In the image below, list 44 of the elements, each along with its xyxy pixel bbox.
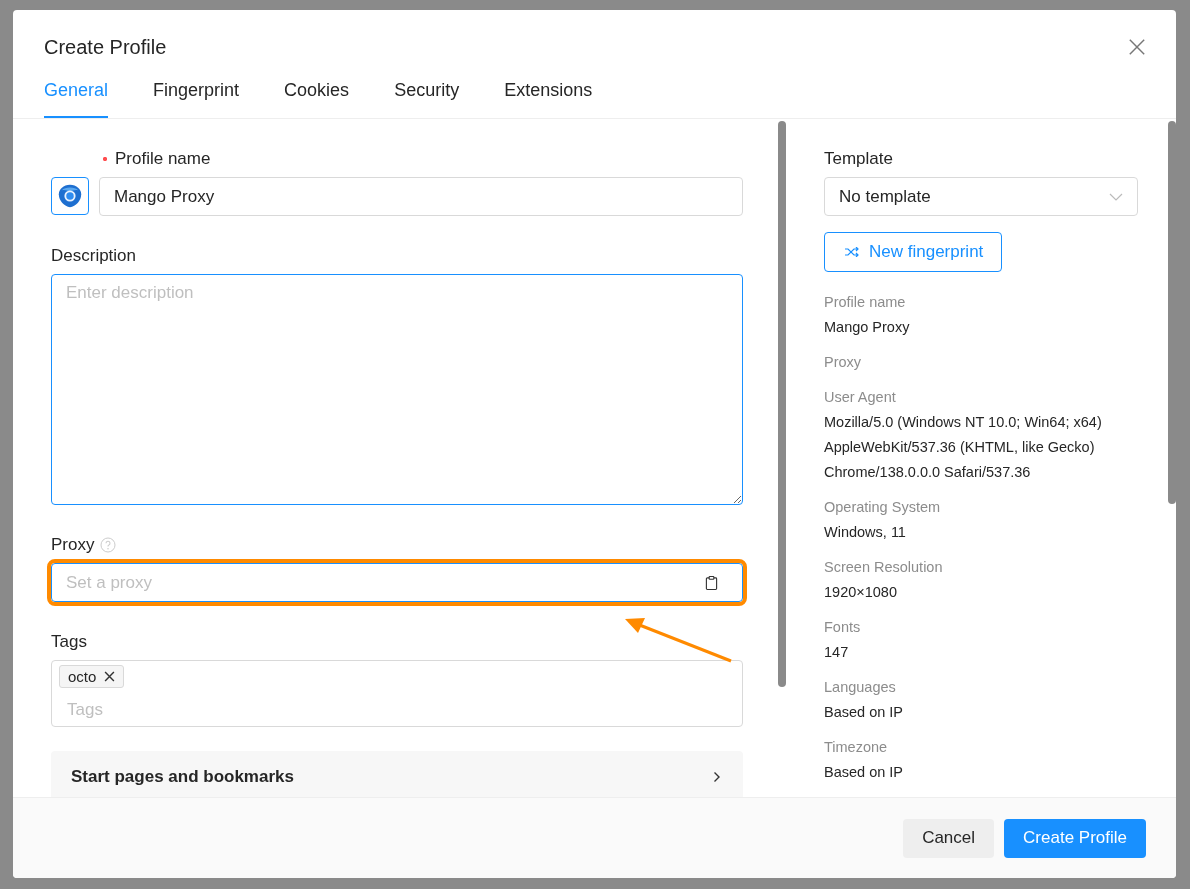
detail-label: Proxy [824, 353, 863, 372]
browser-logo-icon[interactable] [51, 177, 89, 215]
detail-value: Mango Proxy [824, 318, 911, 337]
detail-label: Fonts [824, 618, 862, 637]
detail-label: Operating System [824, 498, 942, 517]
detail-label: Screen Resolution [824, 558, 944, 577]
detail-value: Based on IP [824, 763, 904, 782]
detail-label: Profile name [824, 293, 907, 312]
proxy-input[interactable]: Set a proxy [66, 572, 705, 593]
field-label: Description [51, 246, 138, 266]
profile-name-input[interactable]: Mango Proxy [99, 177, 743, 216]
detail-value: 1920×1080 [824, 583, 898, 602]
detail-label: User Agent [824, 388, 897, 407]
field-label: Profile name [115, 149, 211, 169]
tags-field[interactable]: octo Tags [51, 660, 743, 727]
collapsible-section[interactable]: Start pages and bookmarks [51, 751, 743, 797]
template-select[interactable]: No template [824, 177, 1138, 216]
detail-value: Mozilla/5.0 (Windows NT 10.0; Win64; x64) AppleWebKit/537.36 (KHTML, like Gecko) Chrome/138.0.0.0 Safari/537.36 [824, 413, 1103, 482]
shuffle-icon [845, 247, 859, 257]
detail-value: 147 [824, 643, 850, 662]
field-label: Template [824, 149, 894, 169]
detail-label: Languages [824, 678, 897, 697]
field-label: Proxy [51, 535, 95, 555]
scrollbar-thumb[interactable] [778, 121, 786, 687]
clipboard-icon[interactable] [705, 574, 718, 591]
section-title: Start pages and bookmarks [71, 767, 294, 787]
tab[interactable]: Cookies [284, 78, 350, 118]
tag-label: octo [68, 668, 97, 685]
detail-value: Windows, 11 [824, 523, 907, 542]
close-icon[interactable] [1128, 38, 1146, 56]
tab[interactable]: Security [394, 78, 460, 118]
description-input[interactable]: Enter description [51, 274, 743, 505]
tab[interactable]: Extensions [504, 78, 593, 118]
field-label: Tags [51, 632, 88, 652]
detail-label: Timezone [824, 738, 889, 757]
chevron-down-icon [1109, 192, 1123, 201]
dialog-title: Create Profile [44, 35, 167, 59]
tags-input[interactable]: Tags [67, 700, 675, 720]
remove-icon[interactable] [104, 671, 116, 682]
chevron-right-icon [713, 771, 721, 783]
cancel-button[interactable]: Cancel [903, 818, 995, 858]
detail-value: Based on IP [824, 703, 904, 722]
scrollbar-thumb[interactable] [1168, 121, 1176, 504]
tab[interactable]: Fingerprint [153, 78, 240, 118]
